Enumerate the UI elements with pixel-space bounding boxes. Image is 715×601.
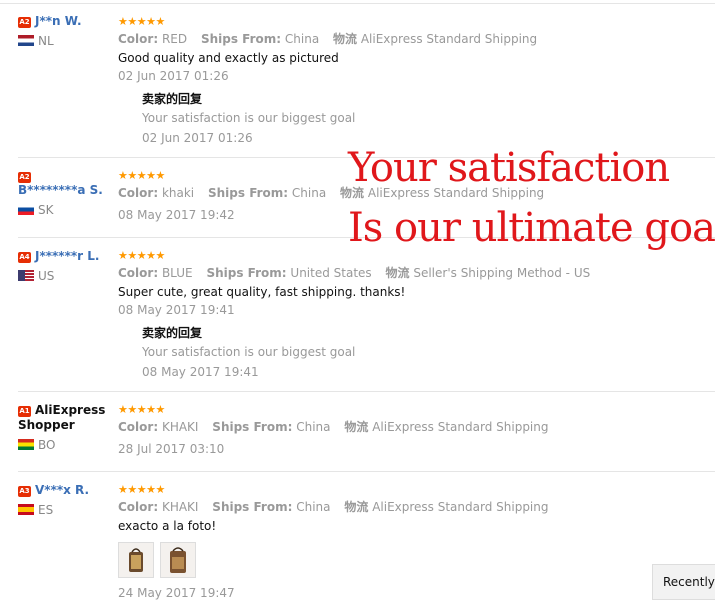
flag-nl-icon: [18, 35, 34, 46]
overlay-line-2: Is our ultimate goal: [348, 205, 715, 251]
country-code: ES: [38, 503, 54, 517]
review-text: Good quality and exactly as pictured: [118, 51, 339, 65]
color-value: khaki: [161, 186, 195, 200]
reviewer-name[interactable]: B********a S.: [18, 183, 103, 197]
order-info: Color: RED Ships From: China 物流 AliExpre…: [118, 32, 708, 47]
country-code: SK: [38, 203, 54, 217]
shipping-label: 物流: [385, 266, 410, 280]
reply-text: Your satisfaction is our biggest goal: [142, 345, 356, 359]
shipping-method: AliExpress Standard Shipping: [360, 32, 538, 46]
reviewer-country: NL: [18, 34, 113, 48]
review-item: A2 J**n W. NL ★★★★★ Color: RED Ships From…: [0, 4, 715, 158]
review-date: 28 Jul 2017 03:10: [118, 442, 225, 456]
level-badge: A2: [18, 17, 31, 28]
review-photo-thumbnail[interactable]: [118, 542, 154, 578]
reviewer-name[interactable]: J**n W.: [35, 14, 82, 28]
seller-reply: 卖家的回复 Your satisfaction is our biggest g…: [142, 326, 708, 380]
review-item: A3 V***x R. ES ★★★★★ Color: KHAKI Ships F…: [0, 472, 715, 600]
reviewer-name[interactable]: J******r L.: [35, 249, 99, 263]
review-text: exacto a la foto!: [118, 519, 217, 533]
color-label: Color:: [118, 186, 159, 200]
ships-from-label: Ships From:: [206, 266, 287, 280]
review-content: ★★★★★ Color: BLUE Ships From: United Sta…: [118, 249, 708, 380]
country-code: NL: [38, 34, 54, 48]
review-photo-thumbnail[interactable]: [160, 542, 196, 578]
recently-viewed-button[interactable]: Recently Viewed: [652, 564, 715, 600]
shipping-method: Seller's Shipping Method - US: [413, 266, 591, 280]
flag-es-icon: [18, 504, 34, 515]
reply-title: 卖家的回复: [142, 92, 203, 106]
reviewer-info: A3 V***x R. ES: [18, 483, 113, 517]
ships-from-value: China: [296, 500, 331, 514]
reviewer-name[interactable]: AliExpress Shopper: [18, 403, 105, 432]
order-info: Color: BLUE Ships From: United States 物流…: [118, 266, 708, 281]
review-text: Super cute, great quality, fast shipping…: [118, 285, 406, 299]
shipping-method: AliExpress Standard Shipping: [372, 420, 549, 434]
ships-from-value: China: [284, 32, 320, 46]
reviewer-info: A2 B********a S. SK: [18, 169, 113, 217]
ships-from-label: Ships From:: [212, 420, 293, 434]
color-label: Color:: [118, 500, 159, 514]
reviewer-country: BO: [18, 438, 113, 452]
reply-title: 卖家的回复: [142, 326, 203, 340]
color-label: Color:: [118, 32, 159, 46]
flag-us-icon: [18, 270, 34, 281]
order-info: Color: KHAKI Ships From: China 物流 AliExp…: [118, 500, 708, 515]
review-item: A4 J******r L. US ★★★★★ Color: BLUE Ships…: [0, 238, 715, 392]
overlay-line-1: Your satisfaction: [348, 145, 670, 191]
level-badge: A4: [18, 252, 31, 263]
review-date: 24 May 2017 19:47: [118, 586, 235, 600]
reviewer-info: A4 J******r L. US: [18, 249, 118, 283]
review-date: 02 Jun 2017 01:26: [118, 69, 229, 83]
review-content: ★★★★★ Color: RED Ships From: China 物流 Al…: [118, 15, 708, 146]
color-value: BLUE: [161, 266, 193, 280]
review-photos: [118, 542, 708, 578]
ships-from-label: Ships From:: [212, 500, 293, 514]
ships-from-label: Ships From:: [200, 32, 282, 46]
color-value: KHAKI: [161, 420, 199, 434]
flag-bo-icon: [18, 439, 34, 450]
ships-from-value: United States: [290, 266, 372, 280]
bag-photo-icon: [170, 547, 186, 573]
color-label: Color:: [118, 266, 159, 280]
review-date: 08 May 2017 19:41: [118, 303, 235, 317]
star-rating: ★★★★★: [118, 403, 165, 416]
country-code: US: [38, 269, 55, 283]
shipping-label: 物流: [333, 32, 358, 46]
reviewer-info: A1 AliExpress Shopper BO: [18, 403, 113, 452]
ships-from-value: China: [296, 420, 331, 434]
reply-text: Your satisfaction is our biggest goal: [142, 111, 356, 125]
review-content: ★★★★★ Color: KHAKI Ships From: China 物流 …: [118, 483, 708, 601]
level-badge: A1: [18, 406, 31, 417]
reviewer-country: SK: [18, 203, 113, 217]
reply-date: 08 May 2017 19:41: [142, 365, 259, 379]
order-info: Color: KHAKI Ships From: China 物流 AliExp…: [118, 420, 708, 435]
review-content: ★★★★★ Color: KHAKI Ships From: China 物流 …: [118, 403, 708, 457]
level-badge: A3: [18, 486, 31, 497]
shipping-label: 物流: [344, 500, 369, 514]
shipping-method: AliExpress Standard Shipping: [372, 500, 549, 514]
ships-from-value: China: [291, 186, 327, 200]
color-label: Color:: [118, 420, 159, 434]
reviewer-country: ES: [18, 503, 113, 517]
color-value: RED: [161, 32, 188, 46]
star-rating: ★★★★★: [118, 15, 165, 28]
bag-photo-icon: [129, 548, 143, 572]
review-item: A1 AliExpress Shopper BO ★★★★★ Color: KHA…: [0, 392, 715, 472]
star-rating: ★★★★★: [118, 483, 165, 496]
flag-sk-icon: [18, 204, 34, 215]
shipping-label: 物流: [344, 420, 369, 434]
level-badge: A2: [18, 172, 31, 183]
country-code: BO: [38, 438, 56, 452]
color-value: KHAKI: [161, 500, 199, 514]
promo-overlay-text: Your satisfaction Is our ultimate goal: [348, 138, 715, 258]
reviewer-country: US: [18, 269, 118, 283]
ships-from-label: Ships From:: [207, 186, 289, 200]
reviewer-info: A2 J**n W. NL: [18, 14, 113, 48]
reviewer-name[interactable]: V***x R.: [35, 483, 89, 497]
